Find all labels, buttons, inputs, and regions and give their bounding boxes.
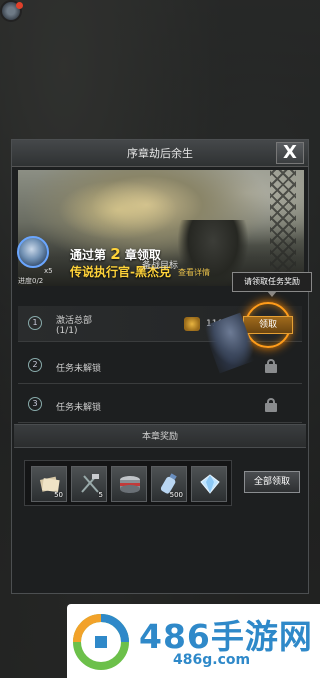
avatar-progress: 进度0/2 xyxy=(18,277,44,285)
panel-title: 序章劫后余生 xyxy=(12,140,308,167)
task-number: 3 xyxy=(28,397,42,411)
site-logo-icon xyxy=(73,614,129,670)
task-progress: (1/1) xyxy=(56,326,78,336)
medal-icon xyxy=(184,317,200,331)
claim-tooltip: 请领取任务奖励 xyxy=(232,272,312,297)
task-row-1: 1 激活总部 (1/1) 110 领取 xyxy=(18,302,302,348)
watermark-url: 486g.com xyxy=(173,652,251,668)
diamond-icon xyxy=(200,474,220,494)
explosion-smoke xyxy=(58,180,178,240)
task-row-3: 3 任务未解锁 xyxy=(18,387,302,423)
chapter-rewards-list: 50 5 500 xyxy=(24,460,232,506)
reward-item[interactable] xyxy=(111,466,147,502)
watermark-title: 486手游网 xyxy=(139,617,313,656)
task-name: 任务未解锁 xyxy=(56,403,102,413)
site-watermark: 486手游网 486g.com xyxy=(67,604,320,678)
item-quantity: 50 xyxy=(54,491,63,499)
item-quantity: 5 xyxy=(98,491,103,499)
close-button[interactable]: X xyxy=(276,142,304,164)
task-number: 2 xyxy=(28,358,42,372)
lock-icon xyxy=(265,398,277,412)
task-row-2: 2 任务未解锁 xyxy=(18,348,302,384)
reward-item[interactable]: 50 xyxy=(31,466,67,502)
claim-all-button[interactable]: 全部领取 xyxy=(244,471,300,493)
reward-item[interactable]: 500 xyxy=(151,466,187,502)
task-name: 激活总部 xyxy=(56,316,93,326)
claim-button[interactable]: 领取 xyxy=(243,316,293,334)
reward-item[interactable] xyxy=(191,466,227,502)
goals-title: 备战目标 xyxy=(141,261,178,271)
task-number: 1 xyxy=(28,316,42,330)
canned-food-icon xyxy=(120,476,140,493)
lock-icon xyxy=(265,359,277,373)
task-name: 任务未解锁 xyxy=(56,364,102,374)
reward-item[interactable]: 5 xyxy=(71,466,107,502)
item-quantity: 500 xyxy=(169,491,183,499)
notification-dot-icon xyxy=(16,2,23,9)
chapter-rewards-title: 本章奖励 xyxy=(14,424,306,448)
